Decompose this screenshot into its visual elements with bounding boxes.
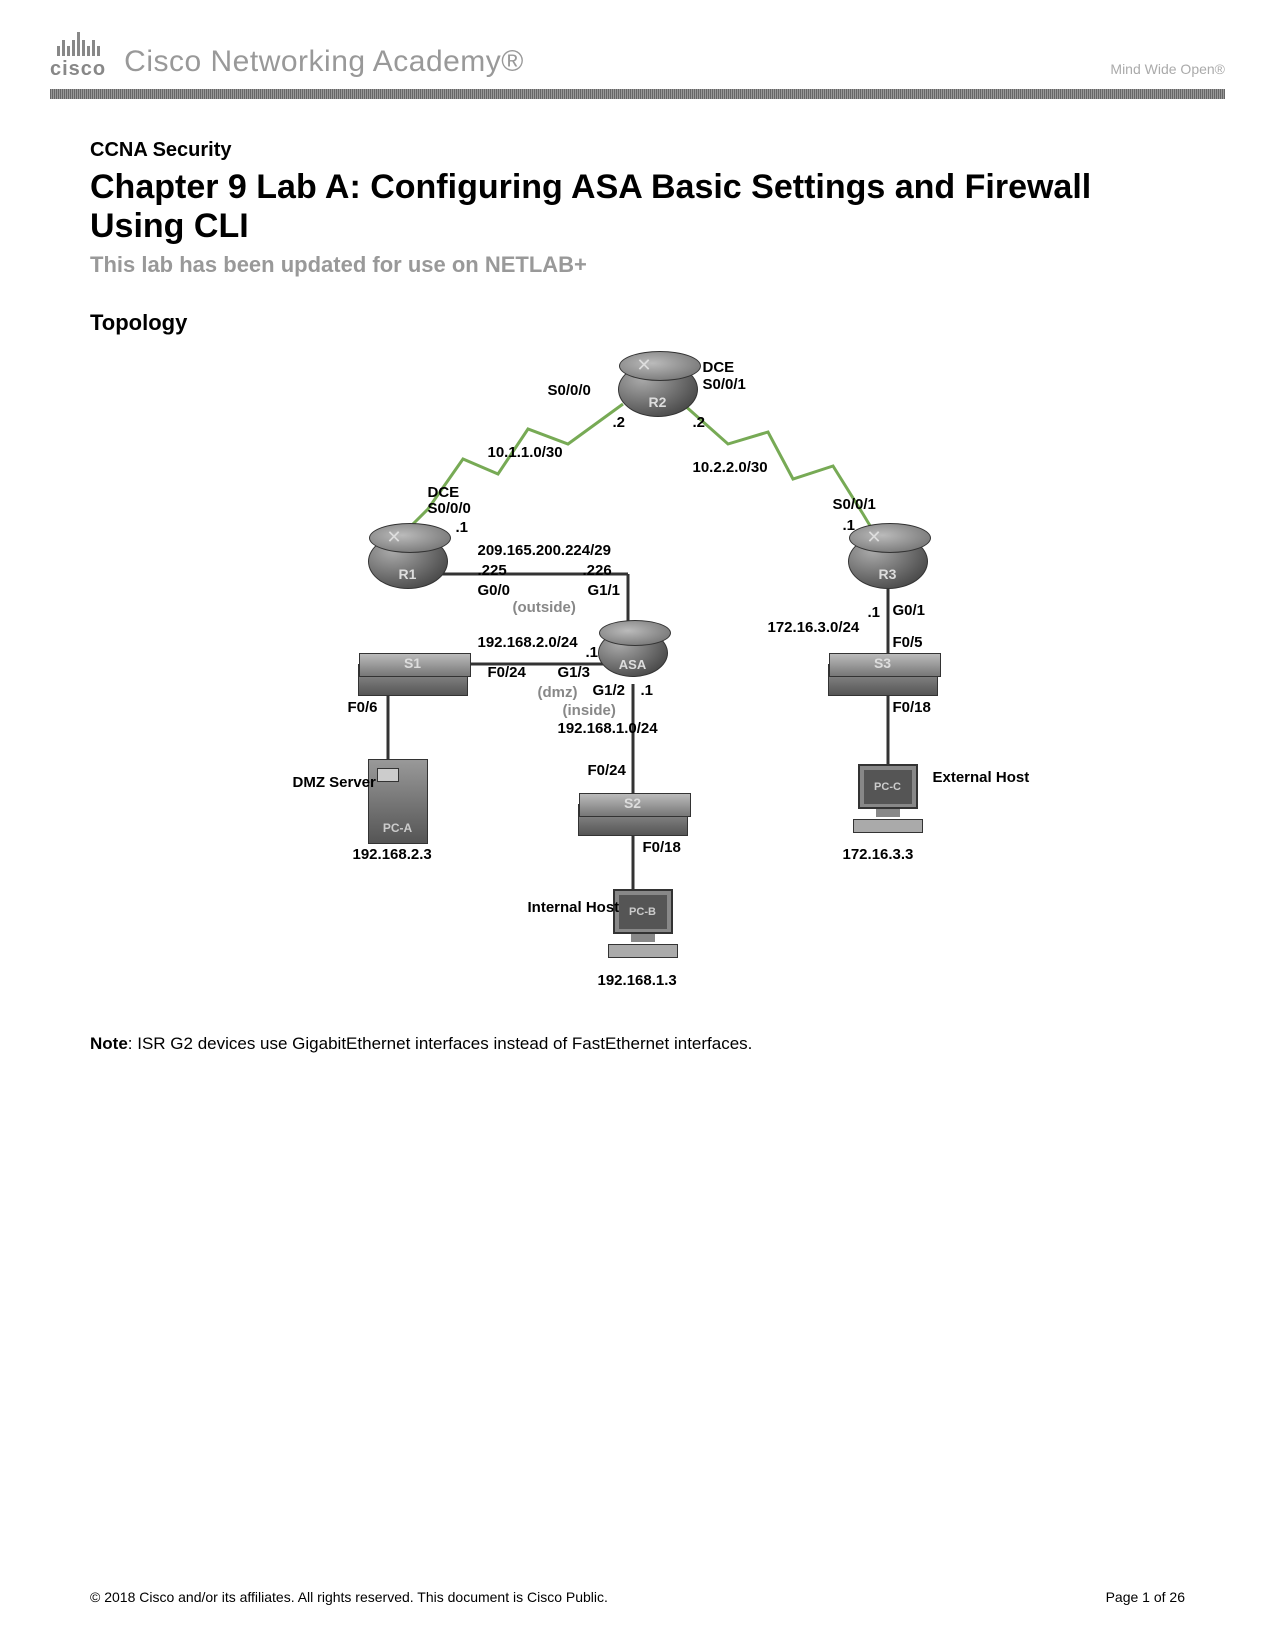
section-heading: Topology (90, 310, 1185, 336)
internal-host-label: Internal Host (528, 899, 598, 916)
server-pca: PC-A (368, 759, 428, 844)
r1-s000: S0/0/0 (428, 500, 471, 517)
r3-g01: G0/1 (893, 602, 926, 619)
switch-s1: S1 (358, 664, 468, 696)
r3-dot1b: .1 (868, 604, 881, 621)
s2-f018: F0/18 (643, 839, 681, 856)
r2-s000-label: S0/0/0 (548, 382, 591, 399)
dot225: .225 (478, 562, 507, 579)
g00: G0/0 (478, 582, 511, 599)
switch-s2: S2 (578, 804, 688, 836)
inside-zone: (inside) (563, 702, 616, 719)
net-209: 209.165.200.224/29 (478, 542, 611, 559)
g11: G1/1 (588, 582, 621, 599)
page-number: Page 1 of 26 (1106, 1589, 1185, 1605)
logo-area: cisco Cisco Networking Academy® (50, 30, 524, 81)
tagline: Mind Wide Open® (1110, 61, 1225, 81)
net-10-2: 10.2.2.0/30 (693, 459, 768, 476)
g13: G1/3 (558, 664, 591, 681)
course-name: CCNA Security (90, 139, 1185, 162)
s3-f018: F0/18 (893, 699, 931, 716)
s2-f024: F0/24 (588, 762, 626, 779)
r1-label: R1 (369, 566, 447, 582)
outside-zone: (outside) (513, 599, 576, 616)
s3-f05: F0/5 (893, 634, 923, 651)
g12: G1/2 (593, 682, 626, 699)
academy-title: Cisco Networking Academy® (124, 45, 524, 81)
content: CCNA Security Chapter 9 Lab A: Configuri… (0, 99, 1275, 1054)
pca-ip: 192.168.2.3 (353, 846, 432, 863)
pca-label: PC-A (369, 821, 427, 835)
asa-dot1b: .1 (641, 682, 654, 699)
r2-dot2a: .2 (613, 414, 626, 431)
dot226: .226 (583, 562, 612, 579)
switch-s3: S3 (828, 664, 938, 696)
net-192-1: 192.168.1.0/24 (558, 720, 658, 737)
asa-device: ASA (598, 629, 668, 677)
asa-label: ASA (599, 657, 667, 672)
note-text: : ISR G2 devices use GigabitEthernet int… (128, 1034, 753, 1053)
r1-dce: DCE (428, 484, 460, 501)
s3-label: S3 (829, 655, 937, 671)
pcb-label: PC-B (619, 895, 667, 929)
net-192-2: 192.168.2.0/24 (478, 634, 578, 651)
cisco-logo: cisco (50, 30, 106, 81)
pcc-ip: 172.16.3.3 (843, 846, 914, 863)
r1-dot1: .1 (456, 519, 469, 536)
r3-label: R3 (849, 566, 927, 582)
r3-dot1: .1 (843, 517, 856, 534)
external-host-label: External Host (933, 769, 1003, 786)
dmz-server-label: DMZ Server (293, 774, 363, 791)
pcb-ip: 192.168.1.3 (598, 972, 677, 989)
cisco-bars-icon (57, 30, 100, 56)
page-footer: © 2018 Cisco and/or its affiliates. All … (90, 1589, 1185, 1605)
s1-label: S1 (359, 655, 467, 671)
topology-diagram: ✕ R2 DCE S0/0/1 S0/0/0 .2 .2 10.1.1.0/30… (238, 344, 1038, 1004)
router-r3: ✕ R3 (848, 534, 928, 589)
page-title: Chapter 9 Lab A: Configuring ASA Basic S… (90, 168, 1185, 246)
asa-dot1a: .1 (586, 644, 599, 661)
s1-f024: F0/24 (488, 664, 526, 681)
header-divider (50, 89, 1225, 99)
s2-label: S2 (579, 795, 687, 811)
r2-s001-label: S0/0/1 (703, 376, 746, 393)
r2-dce-label: DCE (703, 359, 735, 376)
r3-s001: S0/0/1 (833, 496, 876, 513)
cisco-wordmark: cisco (50, 58, 106, 81)
router-r2: ✕ R2 (618, 362, 698, 417)
router-r1: ✕ R1 (368, 534, 448, 589)
dmz-zone: (dmz) (538, 684, 578, 701)
note: Note: ISR G2 devices use GigabitEthernet… (90, 1034, 1185, 1054)
note-label: Note (90, 1034, 128, 1053)
pc-c: PC-C (848, 764, 928, 839)
r2-dot2b: .2 (693, 414, 706, 431)
net-10-1: 10.1.1.0/30 (488, 444, 563, 461)
page-header: cisco Cisco Networking Academy® Mind Wid… (0, 0, 1275, 81)
s1-f06: F0/6 (348, 699, 378, 716)
pcc-label: PC-C (864, 770, 912, 804)
net-172: 172.16.3.0/24 (768, 619, 860, 636)
r2-label: R2 (619, 394, 697, 410)
copyright: © 2018 Cisco and/or its affiliates. All … (90, 1589, 608, 1605)
update-notice: This lab has been updated for use on NET… (90, 252, 1185, 278)
